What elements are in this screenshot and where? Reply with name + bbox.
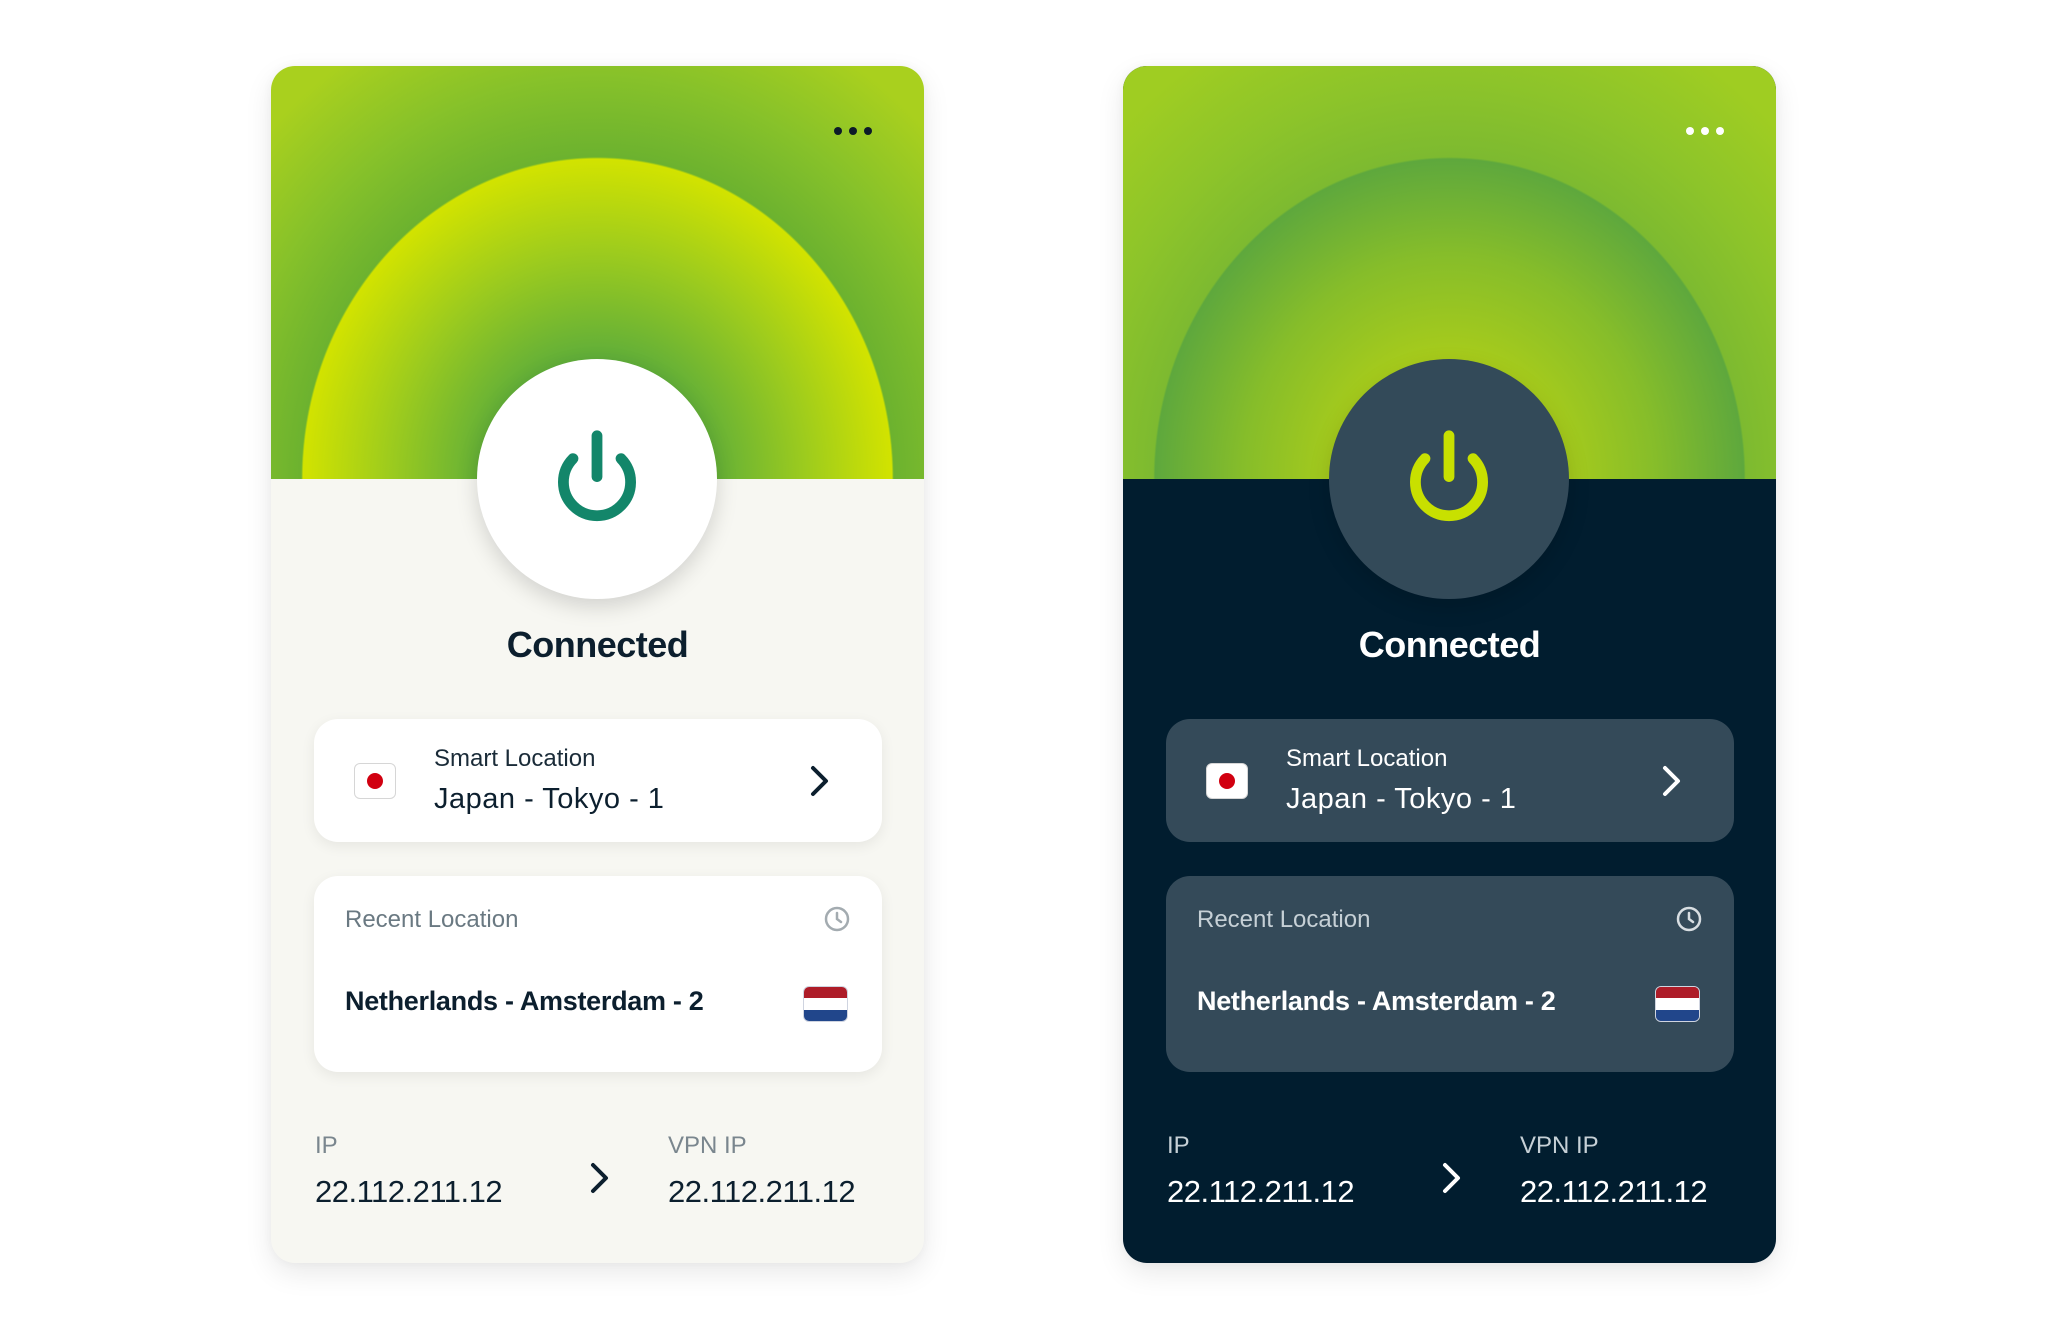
vpn-ip-info: VPN IP 22.112.211.12 [668, 1132, 856, 1210]
chevron-right-icon [811, 766, 828, 796]
power-icon [558, 430, 636, 522]
app-window-light: Connected Smart Location Japan - Tokyo -… [271, 66, 924, 1263]
recent-location-label: Recent Location [345, 906, 519, 933]
netherlands-flag-icon [803, 986, 848, 1022]
japan-flag-icon [1206, 763, 1248, 799]
chevron-right-icon [591, 1163, 608, 1193]
ip-label: IP [1167, 1132, 1190, 1159]
ip-value: 22.112.211.12 [315, 1174, 503, 1209]
smart-location-value: Japan - Tokyo - 1 [434, 783, 665, 815]
app-window-dark: Connected Smart Location Japan - Tokyo -… [1123, 66, 1776, 1263]
smart-location-label: Smart Location [1286, 745, 1448, 772]
vpn-ip-label: VPN IP [668, 1132, 747, 1159]
recent-location-card[interactable]: Recent Location Netherlands - Amsterdam … [1166, 876, 1734, 1072]
clock-icon [824, 906, 850, 932]
more-options-icon[interactable] [1686, 124, 1726, 138]
vpn-ip-info: VPN IP 22.112.211.12 [1520, 1132, 1708, 1210]
recent-location-card[interactable]: Recent Location Netherlands - Amsterdam … [314, 876, 882, 1072]
ip-info: IP 22.112.211.12 [1167, 1132, 1355, 1210]
chevron-right-icon [1663, 766, 1680, 796]
connection-status: Connected [1358, 624, 1541, 665]
vpn-ip-label: VPN IP [1520, 1132, 1599, 1159]
ip-label: IP [315, 1132, 338, 1159]
vpn-ip-value: 22.112.211.12 [1520, 1174, 1708, 1209]
power-icon [1410, 430, 1488, 522]
power-button[interactable] [477, 359, 717, 599]
more-options-icon[interactable] [834, 124, 874, 138]
recent-location-value[interactable]: Netherlands - Amsterdam - 2 [345, 986, 704, 1017]
recent-location-value[interactable]: Netherlands - Amsterdam - 2 [1197, 986, 1556, 1017]
vpn-ip-value: 22.112.211.12 [668, 1174, 856, 1209]
clock-icon [1676, 906, 1702, 932]
smart-location-button[interactable]: Smart Location Japan - Tokyo - 1 [314, 719, 882, 842]
chevron-right-icon [1443, 1163, 1460, 1193]
ip-value: 22.112.211.12 [1167, 1174, 1355, 1209]
ip-info: IP 22.112.211.12 [315, 1132, 503, 1210]
recent-location-label: Recent Location [1197, 906, 1371, 933]
smart-location-label: Smart Location [434, 745, 596, 772]
japan-flag-icon [354, 763, 396, 799]
connection-status: Connected [506, 624, 689, 665]
smart-location-button[interactable]: Smart Location Japan - Tokyo - 1 [1166, 719, 1734, 842]
netherlands-flag-icon [1655, 986, 1700, 1022]
smart-location-value: Japan - Tokyo - 1 [1286, 783, 1517, 815]
power-button[interactable] [1329, 359, 1569, 599]
